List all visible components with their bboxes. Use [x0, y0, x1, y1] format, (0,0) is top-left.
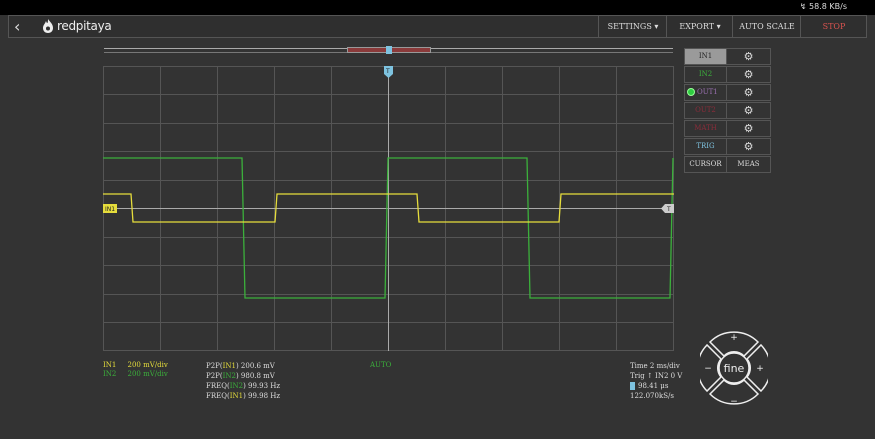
out1-label: OUT1: [697, 88, 718, 96]
measurement-channel: IN1: [222, 362, 236, 370]
out2-channel-button[interactable]: OUT2: [684, 102, 727, 119]
dpad-center-label: fine: [724, 362, 745, 375]
measurement-prefix: P2P(: [206, 372, 223, 380]
math-channel-button[interactable]: MATH: [684, 120, 727, 137]
dpad-left-minus-icon: −: [704, 364, 712, 374]
math-settings-gear-icon[interactable]: ⚙: [727, 120, 771, 137]
network-speed: ↯ 58.8 KB/s: [799, 2, 847, 11]
measurement-value: ) 99.93 Hz: [243, 382, 281, 390]
trigger-delay-row: 98.41 μs: [630, 381, 682, 391]
in1-settings-gear-icon[interactable]: ⚙: [727, 48, 771, 65]
in1-info-scale: 200 mV/div: [127, 361, 168, 369]
settings-menu-button[interactable]: SETTINGS ▾: [598, 16, 667, 37]
measurement-row: P2P(IN2) 980.8 mV: [206, 371, 280, 381]
acquisition-mode-label: AUTO: [370, 361, 392, 369]
in1-offset-marker[interactable]: IN1: [103, 204, 117, 213]
stop-button[interactable]: STOP: [800, 16, 867, 37]
trigger-time-label: T: [385, 68, 390, 75]
panel-row-in1: IN1 ⚙: [684, 48, 772, 65]
channel-panel: IN1 ⚙ IN2 ⚙ OUT1 ⚙ OUT2 ⚙ MATH ⚙ TRIG ⚙ …: [684, 48, 772, 173]
flame-logo-icon: [43, 19, 53, 33]
out2-settings-gear-icon[interactable]: ⚙: [727, 102, 771, 119]
cursor-button[interactable]: CURSOR: [684, 156, 727, 173]
buffer-position-handle[interactable]: [386, 46, 392, 54]
dpad-down-minus-icon: −: [730, 397, 738, 407]
in2-settings-gear-icon[interactable]: ⚙: [727, 66, 771, 83]
measurement-row: P2P(IN1) 200.6 mV: [206, 361, 280, 371]
logo-text: redpitaya: [57, 19, 112, 33]
auto-scale-button[interactable]: AUTO SCALE: [732, 16, 801, 37]
channel-scale-info: IN1 200 mV/div IN2 200 mV/div: [103, 361, 168, 379]
trig-settings-gear-icon[interactable]: ⚙: [727, 138, 771, 155]
panel-row-out1: OUT1 ⚙: [684, 84, 772, 101]
trigger-info: Trig ↑ IN2 0 V: [630, 372, 683, 380]
out1-channel-button[interactable]: OUT1: [684, 84, 727, 101]
measurement-channel: IN2: [222, 372, 236, 380]
back-arrow-icon[interactable]: ‹: [14, 17, 20, 36]
system-status-bar: ↯ 58.8 KB/s: [0, 0, 875, 15]
redpitaya-logo: redpitaya: [42, 19, 112, 33]
measurement-channel: IN2: [229, 382, 244, 390]
panel-row-tools: CURSOR MEAS: [684, 156, 772, 173]
dpad-right-plus-icon: +: [756, 364, 764, 374]
measurements-list: P2P(IN1) 200.6 mV P2P(IN2) 980.8 mV FREQ…: [206, 361, 280, 401]
export-menu-button[interactable]: EXPORT ▾: [666, 16, 733, 37]
in1-channel-button[interactable]: IN1: [684, 48, 727, 65]
measurement-row: FREQ(IN2) 99.93 Hz: [206, 381, 280, 391]
fine-control-dpad: fine + − − +: [696, 328, 772, 408]
in2-info-scale: 200 mV/div: [127, 370, 168, 378]
in2-channel-button[interactable]: IN2: [684, 66, 727, 83]
measurement-value: ) 980.8 mV: [235, 372, 275, 380]
in1-marker-label: IN1: [105, 206, 115, 213]
panel-row-in2: IN2 ⚙: [684, 66, 772, 83]
out1-enabled-indicator-icon: [687, 88, 695, 96]
in1-info-name: IN1: [103, 361, 117, 369]
measurement-value: ) 200.6 mV: [235, 362, 275, 370]
trig-channel-button[interactable]: TRIG: [684, 138, 727, 155]
panel-row-out2: OUT2 ⚙: [684, 102, 772, 119]
time-per-div: Time 2 ms/div: [630, 362, 680, 370]
dpad-up-plus-icon: +: [730, 333, 738, 343]
oscilloscope-graph[interactable]: IN1 T T: [103, 66, 674, 351]
timebase-info: Time 2 ms/div Trig ↑ IN2 0 V 98.41 μs 12…: [630, 361, 682, 401]
trigger-delay-icon: [630, 382, 635, 390]
measurement-prefix: FREQ(: [206, 382, 230, 390]
measurement-value: ) 99.98 Hz: [243, 392, 281, 400]
measurement-row: FREQ(IN1) 99.98 Hz: [206, 391, 280, 401]
trigger-level-label: T: [666, 206, 671, 213]
measurement-prefix: FREQ(: [206, 392, 230, 400]
meas-button[interactable]: MEAS: [727, 156, 771, 173]
trigger-delay-value: 98.41 μs: [638, 382, 669, 390]
panel-row-math: MATH ⚙: [684, 120, 772, 137]
top-navigation-bar: ‹ redpitaya SETTINGS ▾ EXPORT ▾ AUTO SCA…: [8, 15, 867, 38]
sample-rate: 122.070kS/s: [630, 392, 674, 400]
out1-settings-gear-icon[interactable]: ⚙: [727, 84, 771, 101]
panel-row-trig: TRIG ⚙: [684, 138, 772, 155]
in2-info-name: IN2: [103, 370, 117, 378]
measurement-prefix: P2P(: [206, 362, 223, 370]
buffer-scrollbar[interactable]: [104, 46, 673, 54]
measurement-channel: IN1: [229, 392, 244, 400]
